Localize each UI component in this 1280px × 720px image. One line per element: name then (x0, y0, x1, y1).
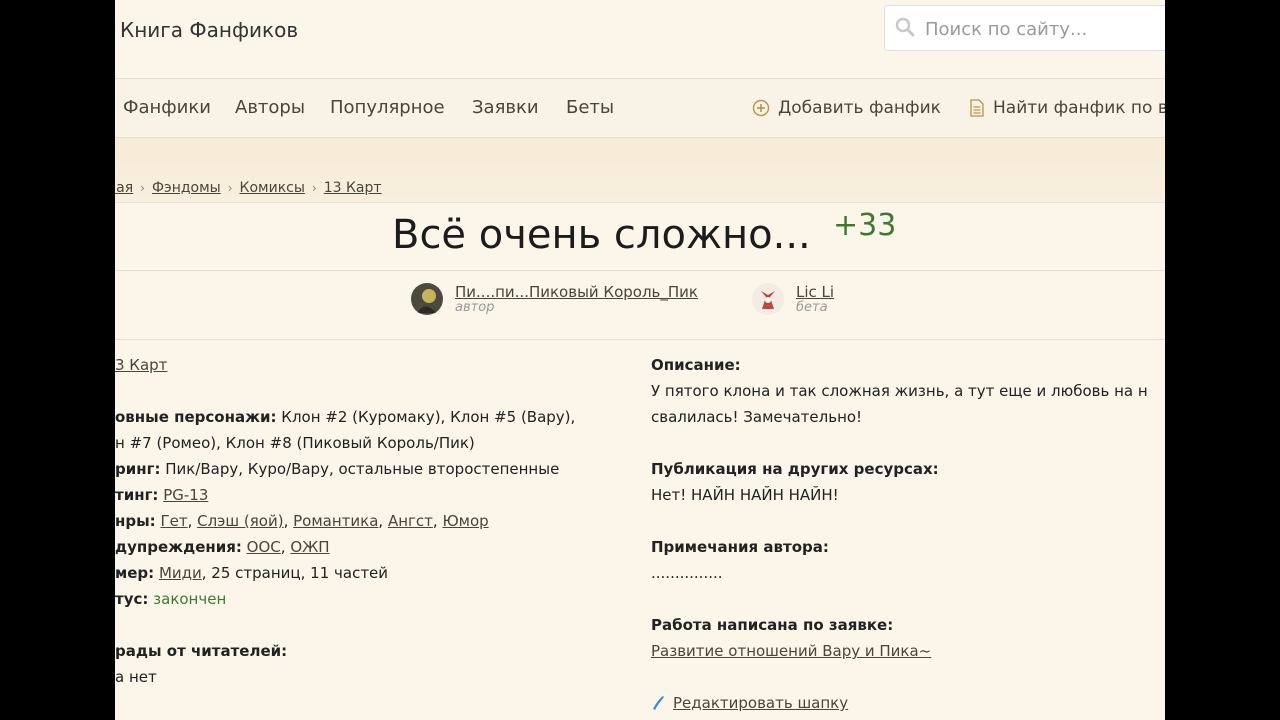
description-text-1: У пятого клона и так сложная жизнь, а ту… (651, 382, 1148, 400)
edit-header-row: Редактировать шапку (651, 694, 848, 712)
search-icon (895, 17, 915, 37)
status-row: тус: закончен (115, 590, 226, 608)
description-label: Описание: (651, 356, 741, 374)
warnings-label: дупреждения: (115, 538, 242, 556)
warning-link[interactable]: ОЖП (290, 538, 329, 556)
edit-header-link[interactable]: Редактировать шапку (673, 694, 848, 712)
breadcrumb: ная › Фэндомы › Комиксы › 13 Карт (115, 180, 382, 196)
author-name-link[interactable]: Пи....пи...Пиковый Король_Пик (455, 283, 698, 301)
warnings-row: дупреждения: ООС, ОЖП (115, 538, 330, 556)
size-row: мер: Миди, 25 страниц, 11 частей (115, 564, 388, 582)
genres-label: нры: (115, 512, 156, 530)
publication-text: Нет! НАЙН НАЙН НАЙН! (651, 486, 839, 504)
main-characters-row-2: н #7 (Ромео), Клон #8 (Пиковый Король/Пи… (115, 434, 475, 452)
genre-link[interactable]: Слэш (яой) (197, 512, 283, 530)
main-characters-value-1: Клон #2 (Куромаку), Клон #5 (Вару), (281, 408, 576, 426)
fandom-row: 3 Карт (115, 356, 167, 374)
awards-row: рады от читателей: (115, 642, 287, 660)
fic-rating: +33 (833, 208, 897, 243)
status-value: закончен (153, 590, 227, 608)
breadcrumb-comics[interactable]: Комиксы (240, 180, 305, 196)
author-role: автор (455, 299, 495, 315)
main-characters-label: овные персонажи: (115, 408, 277, 426)
breadcrumb-home[interactable]: ная (115, 180, 133, 196)
size-value: , 25 страниц, 11 частей (201, 564, 389, 582)
beta-avatar[interactable] (752, 283, 784, 315)
genre-link[interactable]: Ангст (388, 512, 433, 530)
pairing-label: ринг: (115, 460, 161, 478)
find-fic-label: Найти фанфик по в (993, 98, 1165, 118)
author-notes-text: ............... (651, 564, 723, 582)
divider (115, 270, 1165, 271)
find-fic-button[interactable]: Найти фанфик по в (969, 98, 1165, 118)
pen-icon (653, 696, 664, 710)
breadcrumb-fandoms[interactable]: Фэндомы (152, 180, 221, 196)
size-link[interactable]: Миди (159, 564, 202, 582)
rating-label: тинг: (115, 486, 159, 504)
author-notes-label: Примечания автора: (651, 538, 829, 556)
fandom-link[interactable]: 3 Карт (115, 356, 167, 374)
site-title[interactable]: Книга Фанфиков (120, 18, 298, 42)
status-label: тус: (115, 590, 149, 608)
pairing-row: ринг: Пик/Вару, Куро/Вару, остальные вто… (115, 460, 559, 478)
genre-link[interactable]: Юмор (442, 512, 488, 530)
main-characters-value-2: н #7 (Ромео), Клон #8 (Пиковый Король/Пи… (115, 434, 475, 452)
nav-requests[interactable]: Заявки (472, 97, 539, 118)
add-fic-button[interactable]: Добавить фанфик (752, 98, 941, 118)
document-icon (970, 99, 984, 117)
pairing-value: Пик/Вару, Куро/Вару, остальные второстеп… (165, 460, 560, 478)
nav-fanfics[interactable]: Фанфики (123, 97, 211, 118)
request-link[interactable]: Развитие отношений Вару и Пика~ (651, 642, 931, 660)
main-nav: Фанфики Авторы Популярное Заявки Беты До… (115, 79, 1165, 138)
beta-role: бета (796, 299, 828, 315)
nav-betas[interactable]: Беты (566, 97, 614, 118)
chevron-right-icon: › (140, 181, 145, 195)
site-header: Книга Фанфиков (115, 0, 1165, 79)
request-label: Работа написана по заявке: (651, 616, 894, 634)
search-input[interactable] (923, 14, 1165, 44)
chevron-right-icon: › (227, 181, 233, 195)
main-characters-row: овные персонажи: Клон #2 (Куромаку), Кло… (115, 408, 575, 426)
fic-title: Всё очень сложно... (392, 212, 811, 258)
plus-circle-icon (752, 99, 770, 117)
rating-link[interactable]: PG-13 (163, 486, 208, 504)
description-text-2: свалилась! Замечательно! (651, 408, 863, 426)
genre-link[interactable]: Романтика (293, 512, 378, 530)
warning-link[interactable]: ООС (247, 538, 281, 556)
request-row: Развитие отношений Вару и Пика~ (651, 642, 931, 660)
author-block: Пи....пи...Пиковый Король_Пик автор (411, 283, 698, 315)
author-avatar[interactable] (411, 283, 443, 315)
search-box[interactable] (884, 5, 1165, 51)
awards-label: рады от читателей: (115, 642, 288, 660)
beta-name-link[interactable]: Lic Li (796, 283, 834, 301)
publication-label: Публикация на других ресурсах: (651, 460, 939, 478)
size-label: мер: (115, 564, 155, 582)
breadcrumb-fandom[interactable]: 13 Карт (324, 180, 382, 196)
nav-authors[interactable]: Авторы (235, 97, 305, 118)
genre-link[interactable]: Гет (160, 512, 187, 530)
avatar-image-icon (411, 283, 443, 315)
awards-value-row: а нет (115, 668, 157, 686)
chevron-right-icon: › (311, 181, 317, 195)
awards-value: а нет (115, 668, 157, 686)
genres-row: нры: Гет, Слэш (яой), Романтика, Ангст, … (115, 512, 489, 530)
divider (115, 339, 1165, 340)
rating-row: тинг: PG-13 (115, 486, 208, 504)
nav-popular[interactable]: Популярное (330, 97, 445, 118)
beta-block: Lic Li бета (752, 283, 834, 315)
add-fic-label: Добавить фанфик (778, 98, 941, 118)
avatar-image-icon (752, 283, 784, 315)
page-viewport: Книга Фанфиков Фанфики Авторы Популярное… (115, 0, 1165, 720)
